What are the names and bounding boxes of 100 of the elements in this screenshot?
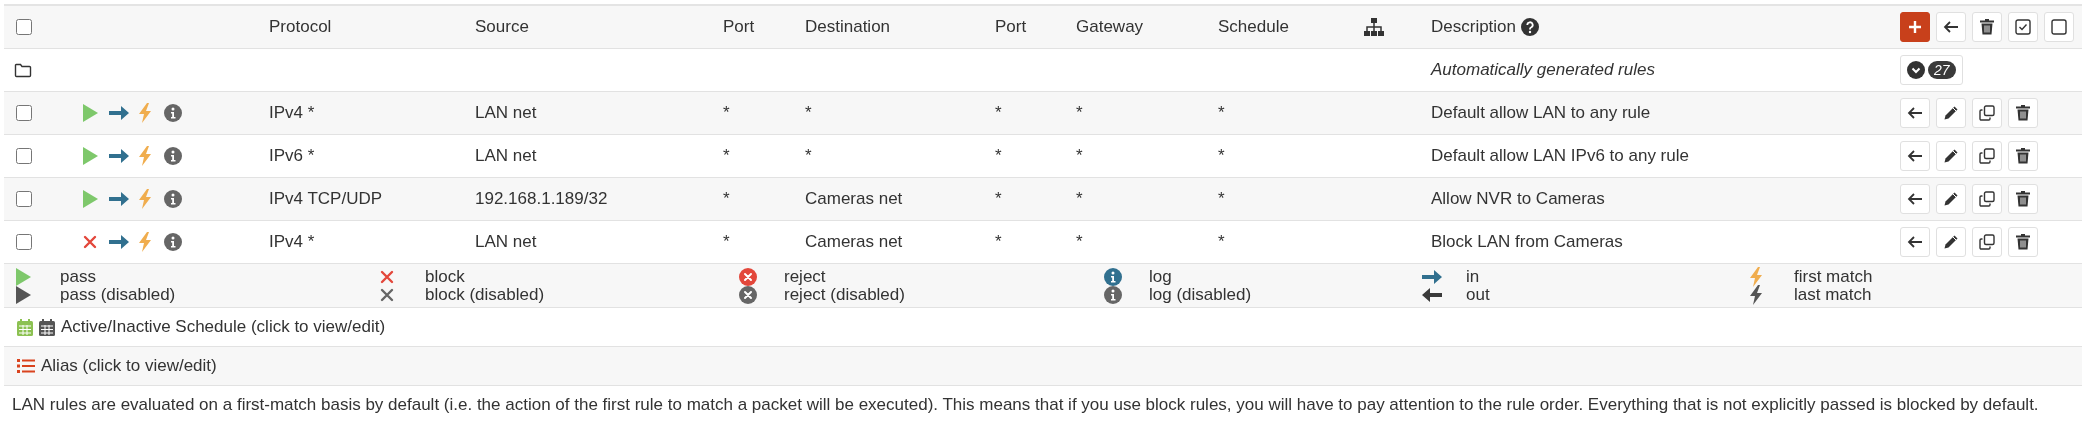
checked-box-icon [2015, 19, 2031, 35]
table-cell: * [995, 103, 1002, 123]
column-header: Description [1431, 17, 1517, 37]
legend-label: block [425, 267, 465, 287]
checkbox[interactable] [16, 148, 32, 164]
table-cell: Allow NVR to Cameras [1431, 189, 1605, 209]
column-header: Protocol [269, 17, 332, 37]
table-cell: * [805, 146, 812, 166]
table-cell: * [1076, 232, 1083, 252]
legend-label: block (disabled) [425, 285, 545, 305]
table-cell: IPv4 * [269, 232, 315, 252]
checkbox[interactable] [16, 191, 32, 207]
checkbox[interactable] [16, 105, 32, 121]
trash-icon [2016, 148, 2030, 164]
edit-button[interactable] [1936, 98, 1966, 128]
table-cell: IPv4 * [269, 103, 315, 123]
table-cell: LAN net [475, 103, 537, 123]
count-badge: 27 [1928, 61, 1956, 79]
table-cell: * [995, 232, 1002, 252]
table-cell: * [1218, 232, 1225, 252]
legend-label: last match [1794, 285, 1872, 305]
plus-icon [1908, 20, 1922, 34]
legend-label: reject [784, 267, 826, 287]
column-header: Source [475, 17, 529, 37]
select-all-button[interactable] [2008, 12, 2038, 42]
trash-icon [2016, 234, 2030, 250]
table-cell: Block LAN from Cameras [1431, 232, 1623, 252]
folder-icon [14, 62, 32, 78]
column-header: Schedule [1218, 17, 1289, 37]
delete-button[interactable] [2008, 227, 2038, 257]
arrow-left-icon [1907, 106, 1923, 120]
help-text: LAN rules are evaluated on a first-match basis by default (i.e. the action of the first rule to match a packet will be executed). This means that if you use block rules, you will have to pay attention to the rule order. Everything that is not explicitly passed is blocked by default. [11, 394, 2040, 415]
legend-label: log (disabled) [1149, 285, 1252, 305]
table-cell: * [1218, 146, 1225, 166]
hierarchy-icon [1364, 18, 1384, 36]
pencil-icon [1943, 148, 1959, 164]
copy-icon [1979, 191, 1995, 207]
table-cell: * [1076, 189, 1083, 209]
table-cell: LAN net [475, 146, 537, 166]
table-cell: * [995, 189, 1002, 209]
delete-button[interactable] [2008, 98, 2038, 128]
copy-icon [1979, 148, 1995, 164]
trash-icon [2016, 105, 2030, 121]
pencil-icon [1943, 234, 1959, 250]
table-cell: 192.168.1.189/32 [475, 189, 608, 209]
pencil-icon [1943, 191, 1959, 207]
move-button[interactable] [1900, 184, 1930, 214]
deselect-button[interactable] [2044, 12, 2074, 42]
delete-button[interactable] [2008, 141, 2038, 171]
delete-button[interactable] [2008, 184, 2038, 214]
edit-button[interactable] [1936, 184, 1966, 214]
move-button[interactable] [1936, 12, 1966, 42]
table-cell: Default allow LAN to any rule [1431, 103, 1651, 123]
copy-button[interactable] [1972, 184, 2002, 214]
pencil-icon [1943, 105, 1959, 121]
arrow-left-icon [1907, 192, 1923, 206]
table-cell: IPv6 * [269, 146, 315, 166]
copy-button[interactable] [1972, 98, 2002, 128]
table-cell: LAN net [475, 232, 537, 252]
schedule-legend-text: Active/Inactive Schedule (click to view/edit) [61, 317, 386, 337]
move-button[interactable] [1900, 141, 1930, 171]
move-button[interactable] [1900, 227, 1930, 257]
copy-icon [1979, 105, 1995, 121]
table-cell: IPv4 TCP/UDP [269, 189, 383, 209]
arrow-left-icon [1907, 235, 1923, 249]
arrow-left-icon [1907, 149, 1923, 163]
column-header: Destination [805, 17, 891, 37]
legend-label: log [1149, 267, 1172, 287]
checkbox[interactable] [16, 19, 32, 35]
calendar-icon [17, 318, 33, 336]
table-cell: * [723, 146, 730, 166]
trash-icon [1980, 19, 1994, 35]
table-cell: * [1218, 189, 1225, 209]
add-button[interactable] [1900, 12, 1930, 42]
delete-button[interactable] [1972, 12, 2002, 42]
legend-label: out [1466, 285, 1490, 305]
trash-icon [2016, 191, 2030, 207]
legend-label: first match [1794, 267, 1873, 287]
checkbox[interactable] [16, 234, 32, 250]
table-cell: Cameras net [805, 189, 903, 209]
table-cell: * [723, 189, 730, 209]
list-icon [17, 358, 35, 374]
table-cell: Default allow LAN IPv6 to any rule [1431, 146, 1689, 166]
table-cell: * [723, 232, 730, 252]
alias-legend-text: Alias (click to view/edit) [41, 356, 217, 376]
table-cell: * [995, 146, 1002, 166]
table-cell: * [723, 103, 730, 123]
edit-button[interactable] [1936, 141, 1966, 171]
copy-button[interactable] [1972, 227, 2002, 257]
copy-button[interactable] [1972, 141, 2002, 171]
copy-icon [1979, 234, 1995, 250]
legend-label: reject (disabled) [784, 285, 905, 305]
edit-button[interactable] [1936, 227, 1966, 257]
move-button[interactable] [1900, 98, 1930, 128]
legend-label: in [1466, 267, 1480, 287]
expand-button[interactable]: 27 [1900, 55, 1963, 85]
legend-label: pass (disabled) [60, 285, 176, 305]
column-header: Port [723, 17, 755, 37]
legend-label: pass [60, 267, 96, 287]
question-icon [1521, 18, 1540, 36]
